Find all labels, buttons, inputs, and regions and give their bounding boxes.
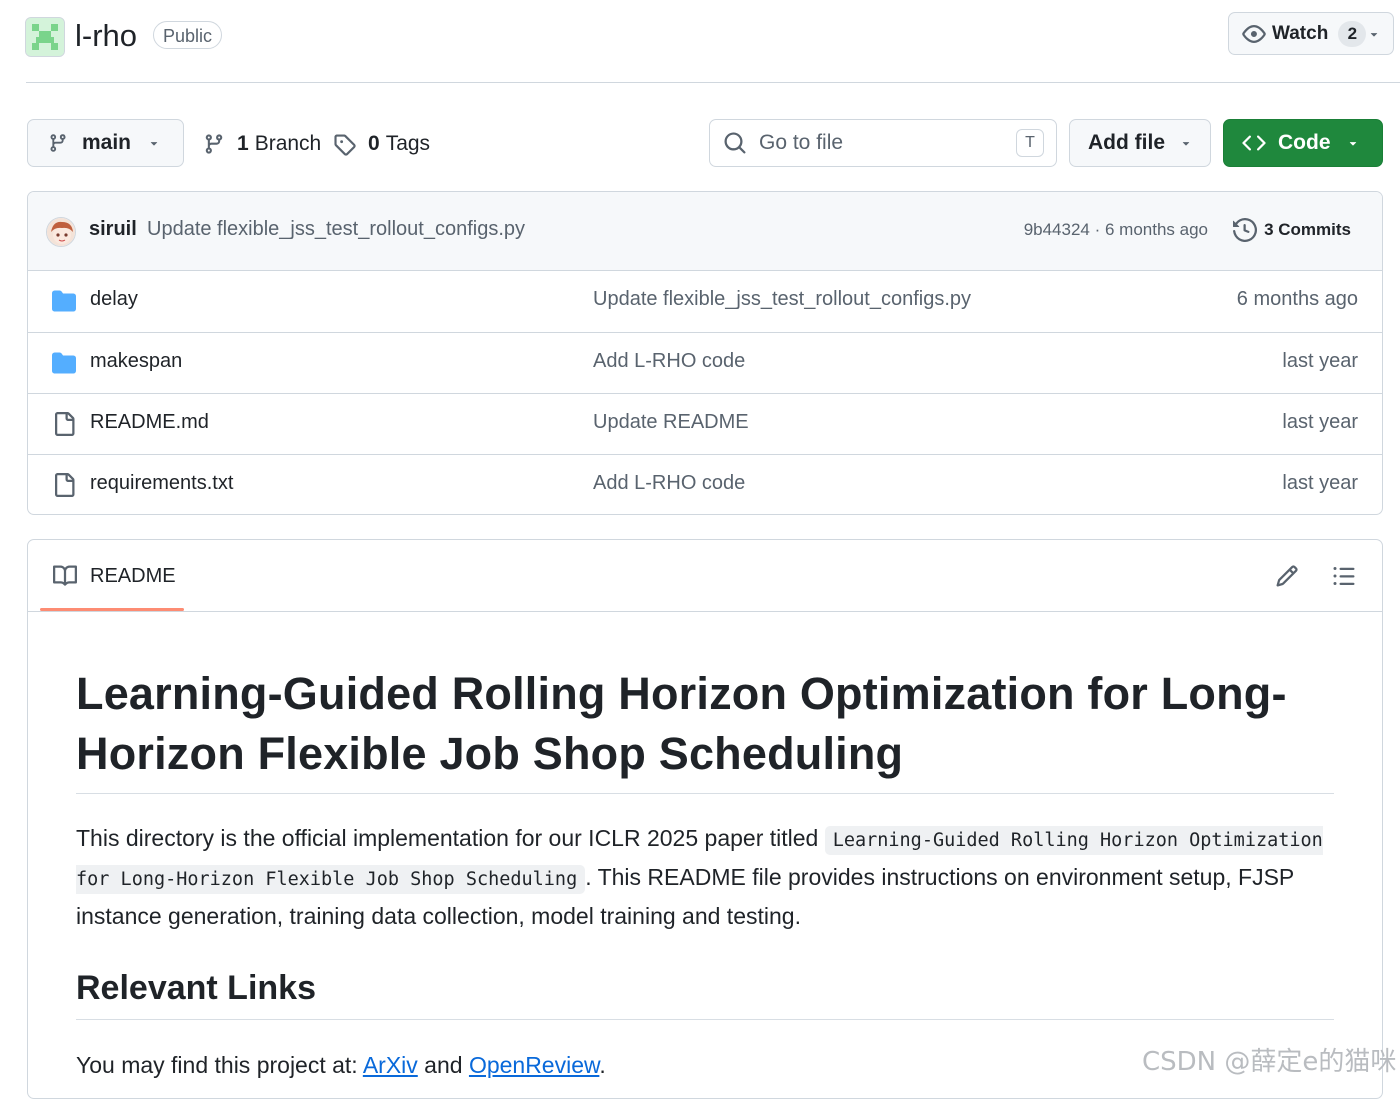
commits-link[interactable]: 3 Commits xyxy=(1233,218,1351,242)
watermark: CSDN @薛定e的猫咪 xyxy=(1142,1047,1397,1077)
go-to-file-placeholder: Go to file xyxy=(759,131,844,154)
chevron-down-icon xyxy=(1367,27,1381,41)
commits-count-label: 3 Commits xyxy=(1264,220,1351,239)
visibility-badge: Public xyxy=(153,21,223,49)
tags-label: Tags xyxy=(385,132,431,155)
file-name[interactable]: requirements.txt xyxy=(90,472,233,495)
file-commit-message[interactable]: Update README xyxy=(593,411,749,434)
intro-text-before: This directory is the official implement… xyxy=(76,825,825,851)
repo-name[interactable]: l-rho xyxy=(75,16,137,56)
branches-count: 1 xyxy=(237,132,249,155)
heading-divider xyxy=(76,1019,1334,1020)
eye-icon xyxy=(1242,22,1266,46)
links-text-mid: and xyxy=(417,1052,469,1078)
heading-divider xyxy=(76,793,1334,794)
code-label: Code xyxy=(1278,131,1331,154)
commit-author[interactable]: siruil xyxy=(89,218,137,241)
latest-commit-bar: siruil Update flexible_jss_test_rollout_… xyxy=(28,192,1382,271)
branches-label: Branch xyxy=(254,132,322,155)
file-row[interactable]: delay Update flexible_jss_test_rollout_c… xyxy=(28,271,1382,332)
header-divider xyxy=(26,82,1400,83)
links-paragraph: You may find this project at: ArXiv and … xyxy=(76,1047,606,1083)
file-commit-time: 6 months ago xyxy=(1236,288,1358,310)
repo-avatar xyxy=(25,17,65,57)
file-name[interactable]: makespan xyxy=(90,350,182,373)
watch-button[interactable]: Watch 2 xyxy=(1228,12,1394,55)
branches-link[interactable]: 1 Branch xyxy=(203,124,321,164)
list-unordered-icon[interactable] xyxy=(1332,564,1356,588)
folder-icon xyxy=(51,351,77,375)
file-name[interactable]: delay xyxy=(90,288,138,311)
arxiv-link[interactable]: ArXiv xyxy=(363,1052,418,1078)
commit-hash-time[interactable]: 9b44324 · 6 months ago xyxy=(1024,220,1208,240)
tag-icon xyxy=(333,133,356,156)
commit-message[interactable]: Update flexible_jss_test_rollout_configs… xyxy=(147,218,525,241)
file-commit-time: last year xyxy=(1282,350,1358,372)
readme-header: README xyxy=(28,540,1382,612)
links-text-after: . xyxy=(599,1052,606,1078)
search-icon xyxy=(723,131,747,155)
book-icon xyxy=(52,564,78,588)
add-file-button[interactable]: Add file xyxy=(1069,119,1211,167)
file-row[interactable]: requirements.txt Add L-RHO code last yea… xyxy=(28,454,1382,514)
active-tab-indicator xyxy=(40,608,184,611)
file-row[interactable]: README.md Update README last year xyxy=(28,393,1382,454)
file-commit-time: last year xyxy=(1282,472,1358,494)
file-name[interactable]: README.md xyxy=(90,411,209,434)
branch-selector[interactable]: main xyxy=(27,119,184,167)
openreview-link[interactable]: OpenReview xyxy=(469,1052,599,1078)
shortcut-key: T xyxy=(1016,129,1044,157)
go-to-file-input[interactable]: Go to file T xyxy=(709,119,1057,167)
watch-count: 2 xyxy=(1338,20,1367,47)
avatar[interactable] xyxy=(46,217,76,247)
add-file-label: Add file xyxy=(1088,131,1165,154)
file-commit-message[interactable]: Update flexible_jss_test_rollout_configs… xyxy=(593,288,971,311)
git-branch-icon xyxy=(203,132,225,156)
watch-label: Watch xyxy=(1272,22,1329,44)
readme-intro: This directory is the official implement… xyxy=(76,820,1334,934)
file-icon xyxy=(51,412,77,436)
links-heading: Relevant Links xyxy=(76,969,316,1007)
readme-title: Learning-Guided Rolling Horizon Optimiza… xyxy=(76,668,1287,779)
tab-readme[interactable]: README xyxy=(52,564,176,588)
tags-count: 0 xyxy=(368,132,380,155)
code-button[interactable]: Code xyxy=(1223,119,1383,167)
file-commit-message[interactable]: Add L-RHO code xyxy=(593,350,745,373)
chevron-down-icon xyxy=(1346,136,1360,150)
chevron-down-icon xyxy=(147,136,161,150)
chevron-down-icon xyxy=(1179,136,1193,150)
file-commit-message[interactable]: Add L-RHO code xyxy=(593,472,745,495)
code-icon xyxy=(1242,131,1266,155)
git-branch-icon xyxy=(48,132,68,154)
tags-link[interactable]: 0 Tags xyxy=(333,124,430,164)
file-row[interactable]: makespan Add L-RHO code last year xyxy=(28,332,1382,393)
links-text-before: You may find this project at: xyxy=(76,1052,363,1078)
pencil-icon[interactable] xyxy=(1275,564,1299,588)
folder-icon xyxy=(51,289,77,313)
file-commit-time: last year xyxy=(1282,411,1358,433)
history-icon xyxy=(1233,218,1258,242)
file-icon xyxy=(51,473,77,497)
readme-panel: README xyxy=(27,539,1383,1099)
file-table: siruil Update flexible_jss_test_rollout_… xyxy=(27,191,1383,515)
branch-name: main xyxy=(82,131,132,154)
readme-tab-label: README xyxy=(90,564,176,587)
